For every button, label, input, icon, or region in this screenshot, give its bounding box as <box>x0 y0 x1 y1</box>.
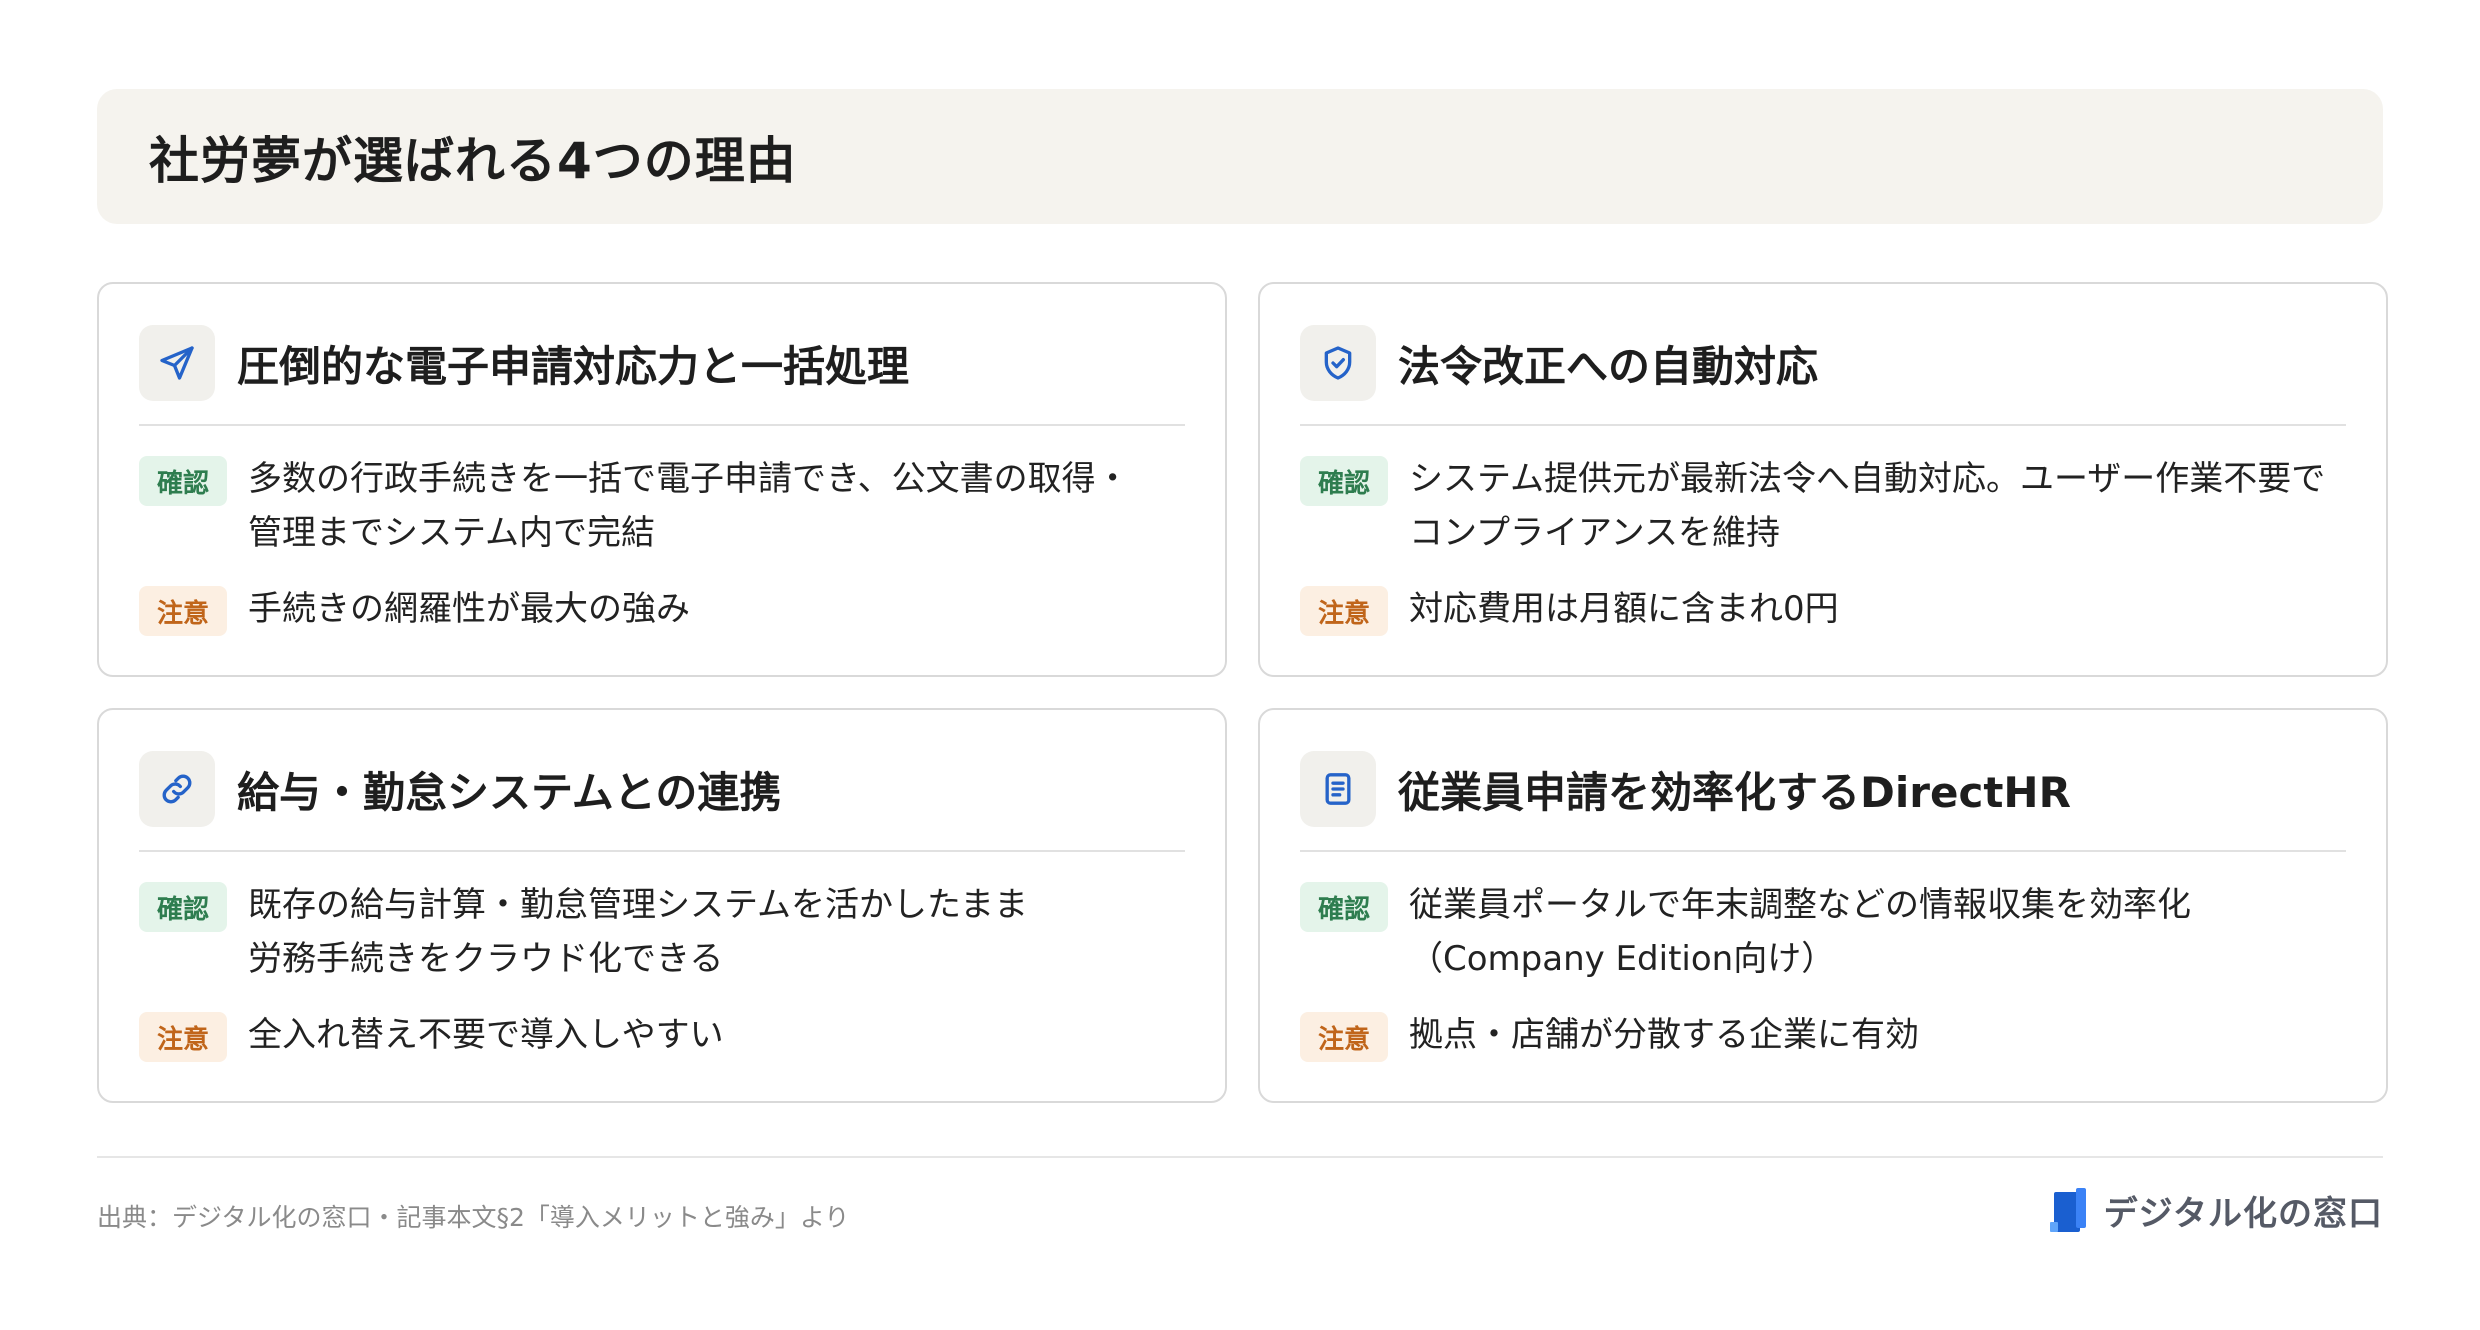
source-citation: 出典：デジタル化の窓口・記事本文§2「導入メリットと強み」より <box>97 1203 850 1232</box>
confirm-badge: 確認 <box>139 882 227 932</box>
confirm-badge: 確認 <box>1300 456 1388 506</box>
shield-check-icon <box>1300 325 1376 401</box>
reason-card-2: 法令改正への自動対応 確認 システム提供元が最新法令へ自動対応。ユーザー作業不要… <box>1258 282 2388 677</box>
brand-logo: デジタル化の窓口 <box>2049 1186 2383 1235</box>
confirm-text: システム提供元が最新法令へ自動対応。ユーザー作業不要で コンプライアンスを維持 <box>1409 459 2326 553</box>
note-badge: 注意 <box>1300 586 1388 636</box>
confirm-row: 確認 多数の行政手続きを一括で電子申請でき、公文書の取得・ 管理までシステム内で… <box>139 452 1195 560</box>
note-text: 拠点・店舗が分散する企業に有効 <box>1409 1015 1919 1055</box>
card-header: 圧倒的な電子申請対応力と一括処理 <box>139 324 1185 402</box>
confirm-text: 多数の行政手続きを一括で電子申請でき、公文書の取得・ 管理までシステム内で完結 <box>248 459 1130 553</box>
confirm-row: 確認 既存の給与計算・勤怠管理システムを活かしたまま 労務手続きをクラウド化でき… <box>139 878 1195 986</box>
confirm-text: 従業員ポータルで年末調整などの情報収集を効率化 （Company Edition… <box>1409 885 2191 979</box>
note-row: 注意 対応費用は月額に含まれ0円 <box>1300 582 2356 636</box>
send-icon <box>139 325 215 401</box>
card-header: 法令改正への自動対応 <box>1300 324 2346 402</box>
confirm-row: 確認 システム提供元が最新法令へ自動対応。ユーザー作業不要で コンプライアンスを… <box>1300 452 2356 560</box>
confirm-badge: 確認 <box>1300 882 1388 932</box>
title-bar: 社労夢が選ばれる4つの理由 <box>97 89 2383 224</box>
confirm-badge: 確認 <box>139 456 227 506</box>
note-text: 対応費用は月額に含まれ0円 <box>1409 589 1839 629</box>
reason-card-3: 給与・勤怠システムとの連携 確認 既存の給与計算・勤怠管理システムを活かしたまま… <box>97 708 1227 1103</box>
confirm-row: 確認 従業員ポータルで年末調整などの情報収集を効率化 （Company Edit… <box>1300 878 2356 986</box>
footer-divider <box>97 1156 2383 1158</box>
document-icon <box>1300 751 1376 827</box>
card-divider <box>139 424 1185 426</box>
card-title: 圧倒的な電子申請対応力と一括処理 <box>237 341 910 391</box>
card-title: 法令改正への自動対応 <box>1398 341 1819 391</box>
card-divider <box>1300 850 2346 852</box>
note-row: 注意 拠点・店舗が分散する企業に有効 <box>1300 1008 2356 1062</box>
note-badge: 注意 <box>139 586 227 636</box>
note-badge: 注意 <box>1300 1012 1388 1062</box>
brand-mark-icon <box>2049 1187 2090 1234</box>
card-divider <box>139 850 1185 852</box>
note-row: 注意 全入れ替え不要で導入しやすい <box>139 1008 1195 1062</box>
reason-card-4: 従業員申請を効率化するDirectHR 確認 従業員ポータルで年末調整などの情報… <box>1258 708 2388 1103</box>
card-divider <box>1300 424 2346 426</box>
note-row: 注意 手続きの網羅性が最大の強み <box>139 582 1195 636</box>
confirm-text: 既存の給与計算・勤怠管理システムを活かしたまま 労務手続きをクラウド化できる <box>248 885 1028 979</box>
card-header: 従業員申請を効率化するDirectHR <box>1300 750 2346 828</box>
card-header: 給与・勤怠システムとの連携 <box>139 750 1185 828</box>
card-title: 従業員申請を効率化するDirectHR <box>1398 767 2071 817</box>
note-badge: 注意 <box>139 1012 227 1062</box>
note-text: 全入れ替え不要で導入しやすい <box>248 1015 724 1055</box>
link-icon <box>139 751 215 827</box>
reason-card-1: 圧倒的な電子申請対応力と一括処理 確認 多数の行政手続きを一括で電子申請でき、公… <box>97 282 1227 677</box>
card-title: 給与・勤怠システムとの連携 <box>237 767 782 817</box>
page-title: 社労夢が選ばれる4つの理由 <box>149 131 797 190</box>
note-text: 手続きの網羅性が最大の強み <box>248 589 690 629</box>
brand-name: デジタル化の窓口 <box>2103 1194 2383 1234</box>
